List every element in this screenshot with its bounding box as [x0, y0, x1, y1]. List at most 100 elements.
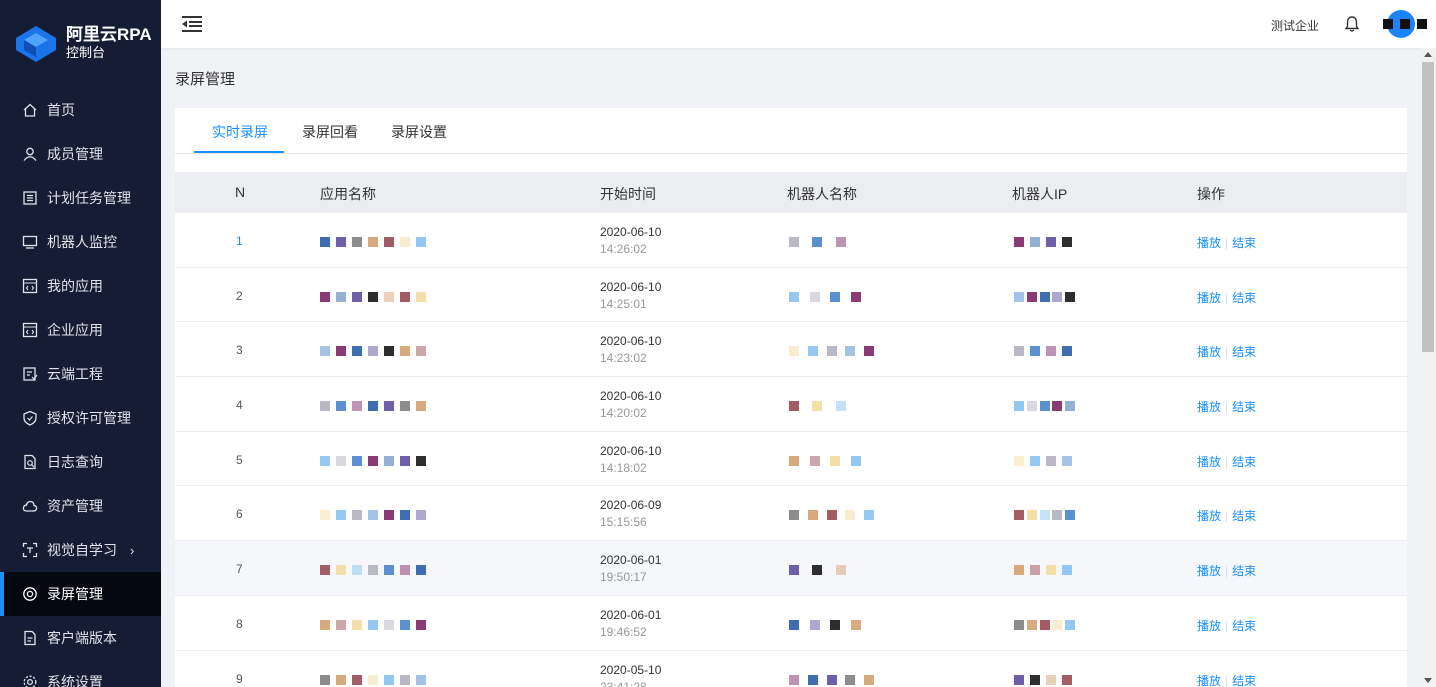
redacted-text — [1014, 237, 1078, 248]
sidebar-item-2[interactable]: 成员管理 — [0, 132, 161, 176]
col-robot-name[interactable]: 机器人名称 — [787, 184, 857, 204]
redacted-text — [1014, 565, 1078, 576]
play-button[interactable]: 播放 — [1197, 564, 1221, 578]
sidebar-item-label: 首页 — [47, 102, 75, 118]
redacted-text — [1014, 346, 1078, 357]
sidebar-item-4[interactable]: 机器人监控 — [0, 220, 161, 264]
sidebar-item-9[interactable]: 日志查询 — [0, 440, 161, 484]
tab-live-recording[interactable]: 实时录屏 — [212, 122, 268, 142]
list-icon — [22, 190, 38, 206]
end-button[interactable]: 结束 — [1232, 564, 1256, 578]
redacted-text — [1014, 455, 1078, 467]
play-button[interactable]: 播放 — [1197, 236, 1221, 250]
sidebar-item-7[interactable]: 云端工程 — [0, 352, 161, 396]
end-button[interactable]: 结束 — [1232, 291, 1256, 305]
play-button[interactable]: 播放 — [1197, 619, 1221, 633]
end-button[interactable]: 结束 — [1232, 400, 1256, 414]
table-header: N 应用名称 开始时间 机器人名称 机器人IP 操作 — [175, 172, 1407, 213]
table-row[interactable]: 9 2020-05-10 23:41:28 播放 | 结束 — [175, 650, 1407, 687]
col-robot-ip[interactable]: 机器人IP — [1012, 184, 1067, 204]
row-number: 6 — [236, 507, 243, 522]
col-start-time[interactable]: 开始时间 — [600, 184, 656, 204]
start-date: 2020-06-09 — [600, 498, 662, 513]
shield-icon — [22, 410, 38, 426]
table-row[interactable]: 5 2020-06-10 14:18:02 播放 | 结束 — [175, 431, 1407, 487]
redacted-text — [1014, 619, 1078, 631]
scroll-thumb[interactable] — [1422, 62, 1434, 352]
row-number: 3 — [236, 343, 243, 358]
table-row[interactable]: 6 2020-06-09 15:15:56 播放 | 结束 — [175, 486, 1407, 542]
tab-active-indicator — [194, 151, 284, 153]
start-date: 2020-06-10 — [600, 225, 662, 239]
redacted-text — [1014, 674, 1078, 686]
tab-recording-settings[interactable]: 录屏设置 — [391, 122, 447, 142]
client-icon — [22, 630, 38, 646]
sidebar-item-11[interactable]: 视觉自学习 › — [0, 528, 161, 572]
table-row[interactable]: 8 2020-06-01 19:46:52 播放 | 结束 — [175, 595, 1407, 651]
row-actions: 播放 | 结束 — [1197, 617, 1256, 634]
sidebar-item-label: 计划任务管理 — [47, 190, 131, 206]
col-n[interactable]: N — [235, 184, 245, 200]
action-divider: | — [1225, 345, 1229, 360]
end-button[interactable]: 结束 — [1232, 236, 1256, 250]
sidebar-item-8[interactable]: 授权许可管理 — [0, 396, 161, 440]
table-row[interactable]: 2 2020-06-10 14:25:01 播放 | 结束 — [175, 267, 1407, 323]
end-button[interactable]: 结束 — [1232, 619, 1256, 633]
sidebar-item-10[interactable]: 资产管理 — [0, 484, 161, 528]
sidebar-item-13[interactable]: 客户端版本 — [0, 616, 161, 660]
company-name[interactable]: 测试企业 — [1271, 17, 1319, 34]
sidebar-item-5[interactable]: 我的应用 — [0, 264, 161, 308]
start-time: 2020-06-10 14:20:02 — [600, 388, 661, 422]
redacted-text — [1014, 291, 1078, 303]
table-row[interactable]: 3 2020-06-10 14:23:02 播放 | 结束 — [175, 322, 1407, 378]
play-button[interactable]: 播放 — [1197, 509, 1221, 523]
sidebar-item-12[interactable]: 录屏管理 — [0, 572, 161, 616]
redacted-text — [789, 565, 859, 576]
start-date: 2020-06-10 — [600, 279, 662, 294]
redacted-text — [789, 455, 871, 467]
redacted-text — [320, 510, 432, 521]
top-header: 测试企业 — [161, 0, 1436, 48]
end-button[interactable]: 结束 — [1232, 455, 1256, 469]
bell-icon[interactable] — [1343, 15, 1361, 33]
code-app-icon — [22, 278, 38, 294]
play-button[interactable]: 播放 — [1197, 345, 1221, 359]
end-button[interactable]: 结束 — [1232, 345, 1256, 359]
col-app-name[interactable]: 应用名称 — [320, 184, 376, 204]
play-button[interactable]: 播放 — [1197, 291, 1221, 305]
play-button[interactable]: 播放 — [1197, 455, 1221, 469]
sidebar-item-3[interactable]: 计划任务管理 — [0, 176, 161, 220]
end-button[interactable]: 结束 — [1232, 674, 1256, 687]
redacted-text — [1014, 401, 1078, 412]
page-title: 录屏管理 — [175, 71, 236, 88]
sidebar-item-label: 机器人监控 — [47, 234, 117, 250]
sidebar-item-label: 录屏管理 — [47, 586, 103, 602]
brand-logo[interactable]: 阿里云RPA 控制台 — [0, 0, 161, 88]
end-button[interactable]: 结束 — [1232, 509, 1256, 523]
row-actions: 播放 | 结束 — [1197, 507, 1256, 524]
sidebar-item-label: 成员管理 — [47, 146, 103, 162]
sidebar-item-6[interactable]: 企业应用 — [0, 308, 161, 352]
row-number: 5 — [236, 452, 243, 467]
table-row[interactable]: 7 2020-06-01 19:50:17 播放 | 结束 — [175, 541, 1407, 596]
avatar-redaction — [1383, 19, 1427, 29]
play-button[interactable]: 播放 — [1197, 674, 1221, 687]
start-time: 2020-06-01 19:46:52 — [600, 607, 661, 641]
sidebar-item-label: 我的应用 — [47, 278, 103, 294]
table-row[interactable]: 4 2020-06-10 14:20:02 播放 | 结束 — [175, 377, 1407, 432]
home-icon — [22, 102, 38, 118]
redacted-text — [789, 237, 859, 248]
tab-recording-playback[interactable]: 录屏回看 — [302, 122, 358, 142]
scroll-up-icon[interactable] — [1424, 52, 1432, 57]
sidebar-item-1[interactable]: 首页 — [0, 88, 161, 132]
row-number: 8 — [236, 616, 243, 631]
sidebar-item-14[interactable]: 系统设置 — [0, 660, 161, 687]
start-date: 2020-06-01 — [600, 553, 662, 568]
table-row[interactable]: 1 2020-06-10 14:26:02 播放 | 结束 — [175, 213, 1407, 268]
scroll-down-icon[interactable] — [1424, 678, 1432, 683]
page-scrollbar[interactable] — [1420, 48, 1436, 687]
menu-fold-icon[interactable] — [181, 13, 203, 35]
play-button[interactable]: 播放 — [1197, 400, 1221, 414]
start-time: 2020-06-09 15:15:56 — [600, 497, 661, 531]
start-time: 2020-06-10 14:23:02 — [600, 333, 661, 367]
